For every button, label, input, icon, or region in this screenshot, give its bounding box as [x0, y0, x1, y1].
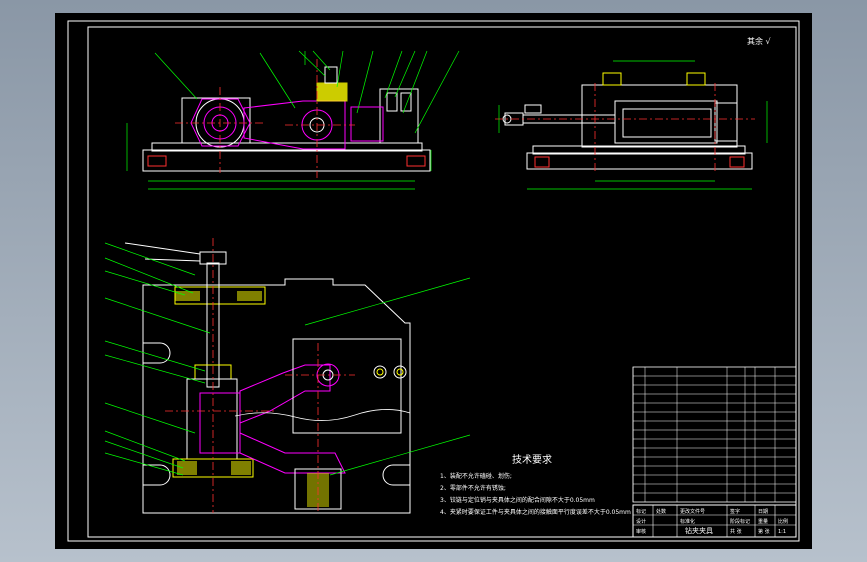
tech-req-2: 2、零部件不允许有锈蚀;: [440, 484, 506, 492]
main-view: [104, 238, 471, 514]
tb-designer: 设计: [636, 518, 646, 525]
tech-req-1: 1、装配不允许磕碰、划伤;: [440, 472, 512, 480]
tb-stage: 阶段标记: [730, 518, 750, 525]
tb-change-doc: 更改文件号: [680, 508, 705, 515]
tb-part-name: 钻夹夹具: [685, 526, 713, 535]
tb-date: 日期: [758, 509, 768, 515]
front-view: [126, 50, 460, 190]
tb-reviewer: 审核: [636, 528, 646, 535]
tb-count: 处数: [656, 508, 666, 515]
tech-requirements-title: 技术要求: [512, 453, 552, 466]
tech-req-4: 4、夹紧时要保证工件与夹具体之间的接触面平行度误差不大于0.05mm: [440, 508, 631, 516]
assembly-drawing: 其余 √ 技术要求 1、装配不允许磕碰、划伤; 2、零部件不允许有锈蚀; 3、铰…: [67, 20, 800, 542]
tb-scale: 1:1: [778, 529, 786, 535]
tb-weight: 重量: [758, 518, 768, 525]
title-block: 标记 处数 更改文件号 签字 日期 设计 标准化 阶段标记 重量 比例 钻夹夹具…: [632, 504, 797, 538]
tech-req-3: 3、铰链与定位销与夹具体之间的配合间隙不大于0.05mm: [440, 496, 595, 504]
tb-standard: 标准化: [680, 518, 695, 525]
tb-sheet-no: 第 张: [758, 528, 770, 535]
bill-of-materials: [632, 366, 797, 503]
inner-frame: [87, 26, 797, 538]
bom-frame: [632, 366, 797, 503]
tb-mark: 标记: [636, 508, 646, 515]
side-view: [495, 60, 768, 190]
tb-sheets: 共 张: [730, 528, 742, 535]
surface-finish-note: 其余 √: [747, 36, 772, 46]
tb-sign: 签字: [730, 508, 740, 515]
cad-viewport[interactable]: 其余 √ 技术要求 1、装配不允许磕碰、划伤; 2、零部件不允许有锈蚀; 3、铰…: [55, 13, 812, 549]
tb-scale-label: 比例: [778, 518, 788, 525]
